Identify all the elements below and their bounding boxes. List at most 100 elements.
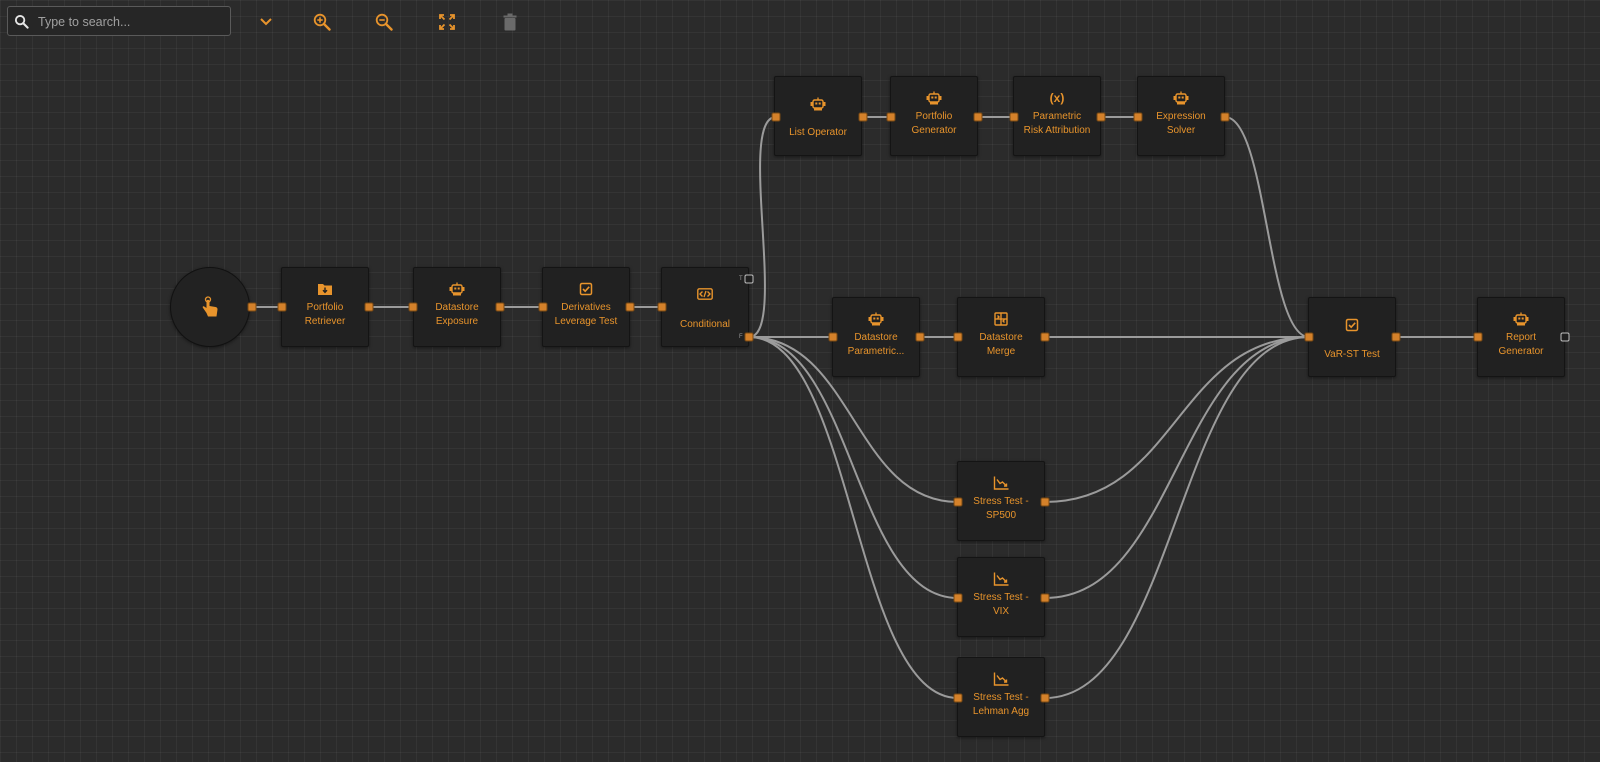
chart-line-down-icon [958, 672, 1044, 686]
datastore-merge-output-port[interactable] [1040, 332, 1050, 342]
portfolio-retriever-output-port[interactable] [364, 302, 374, 312]
edge-expression-solver-to-var-st-test[interactable] [1224, 116, 1310, 338]
edge-stress-test-vix-to-var-st-test[interactable] [1044, 336, 1310, 599]
stress-test-sp500-output-port[interactable] [1040, 497, 1050, 507]
var-st-test-output-port[interactable] [1391, 332, 1401, 342]
start-node[interactable] [170, 267, 250, 347]
node-label: Parametric Risk Attribution [1023, 111, 1091, 136]
robot-icon [1478, 312, 1564, 326]
node-label: Stress Test - Lehman Agg [972, 692, 1030, 717]
node-datastore-parametric[interactable]: Datastore Parametric... [832, 297, 920, 377]
node-datastore-exposure[interactable]: Datastore Exposure [413, 267, 501, 347]
node-conditional[interactable]: Conditional [661, 267, 749, 347]
fullscreen-icon [439, 14, 455, 30]
trash-icon [503, 13, 517, 31]
node-stress-test-vix[interactable]: Stress Test - VIX [957, 557, 1045, 637]
parametric-risk-attribution-input-port[interactable] [1009, 112, 1019, 122]
chart-line-down-icon [958, 572, 1044, 586]
derivatives-leverage-test-output-port[interactable] [625, 302, 635, 312]
node-label: Datastore Parametric... [847, 332, 905, 357]
node-label: Datastore Merge [979, 332, 1023, 357]
node-portfolio-retriever[interactable]: Portfolio Retriever [281, 267, 369, 347]
node-list-operator[interactable]: List Operator [774, 76, 862, 156]
node-label: Expression Solver [1156, 111, 1206, 136]
checkbox-icon [543, 282, 629, 296]
robot-icon [414, 282, 500, 296]
robot-icon [891, 91, 977, 105]
search-input[interactable] [36, 11, 228, 33]
node-label: Stress Test - VIX [973, 592, 1029, 617]
datastore-exposure-output-port[interactable] [495, 302, 505, 312]
search-icon [14, 14, 29, 29]
node-stress-test-sp500[interactable]: Stress Test - SP500 [957, 461, 1045, 541]
node-expression-solver[interactable]: Expression Solver [1137, 76, 1225, 156]
stress-test-lehman-agg-input-port[interactable] [953, 693, 963, 703]
stress-test-sp500-input-port[interactable] [953, 497, 963, 507]
false-port-label: F [739, 334, 743, 340]
datastore-exposure-input-port[interactable] [408, 302, 418, 312]
node-label: List Operator [789, 127, 847, 138]
portfolio-retriever-input-port[interactable] [277, 302, 287, 312]
expand-button[interactable] [254, 10, 278, 34]
stress-test-lehman-agg-output-port[interactable] [1040, 693, 1050, 703]
portfolio-generator-input-port[interactable] [886, 112, 896, 122]
start-output-port[interactable] [247, 302, 257, 312]
portfolio-generator-output-port[interactable] [973, 112, 983, 122]
node-derivatives-leverage-test[interactable]: Derivatives Leverage Test [542, 267, 630, 347]
toolbar [0, 0, 560, 44]
node-label: Portfolio Generator [911, 111, 957, 136]
node-parametric-risk-attribution[interactable]: (x) Parametric Risk Attribution [1013, 76, 1101, 156]
node-label: Report Generator [1498, 332, 1544, 357]
chevron-down-icon [260, 18, 272, 26]
stress-test-vix-input-port[interactable] [953, 593, 963, 603]
node-var-st-test[interactable]: VaR-ST Test [1308, 297, 1396, 377]
zoom-in-icon [313, 13, 331, 31]
code-branch-icon [662, 288, 748, 302]
zoom-out-icon [375, 13, 393, 31]
node-label: Derivatives Leverage Test [554, 302, 618, 327]
node-label: Conditional [679, 319, 731, 330]
node-portfolio-generator[interactable]: Portfolio Generator [890, 76, 978, 156]
checkbox-icon [1309, 318, 1395, 332]
robot-icon [775, 97, 861, 111]
zoom-out-button[interactable] [372, 10, 396, 34]
conditional-true-output-port[interactable] [744, 274, 754, 284]
conditional-output-port[interactable] [744, 332, 754, 342]
report-generator-output-port[interactable] [1560, 332, 1570, 342]
node-label: VaR-ST Test [1324, 349, 1380, 360]
edge-conditional-to-list-operator[interactable] [748, 116, 777, 338]
list-operator-input-port[interactable] [771, 112, 781, 122]
node-datastore-merge[interactable]: Datastore Merge [957, 297, 1045, 377]
derivatives-leverage-test-input-port[interactable] [538, 302, 548, 312]
node-stress-test-lehman-agg[interactable]: Stress Test - Lehman Agg [957, 657, 1045, 737]
zoom-in-button[interactable] [310, 10, 334, 34]
function-variable-text: (x) [1049, 91, 1065, 105]
delete-button[interactable] [498, 10, 522, 34]
var-st-test-input-port[interactable] [1304, 332, 1314, 342]
datastore-parametric-input-port[interactable] [828, 332, 838, 342]
conditional-input-port[interactable] [657, 302, 667, 312]
node-label: Datastore Exposure [435, 302, 479, 327]
robot-icon [1138, 91, 1224, 105]
list-operator-output-port[interactable] [858, 112, 868, 122]
fit-view-button[interactable] [435, 10, 459, 34]
datastore-merge-input-port[interactable] [953, 332, 963, 342]
hand-pointer-icon [202, 296, 218, 317]
parametric-risk-attribution-output-port[interactable] [1096, 112, 1106, 122]
stress-test-vix-output-port[interactable] [1040, 593, 1050, 603]
search-box[interactable] [7, 6, 231, 36]
edge-stress-test-lehman-agg-to-var-st-test[interactable] [1044, 336, 1310, 699]
true-port-label: T [739, 276, 743, 282]
node-label: Stress Test - SP500 [973, 496, 1029, 521]
node-report-generator[interactable]: Report Generator [1477, 297, 1565, 377]
robot-icon [833, 312, 919, 326]
edge-stress-test-sp500-to-var-st-test[interactable] [1044, 336, 1310, 503]
chart-line-down-icon [958, 476, 1044, 490]
expression-solver-input-port[interactable] [1133, 112, 1143, 122]
edge-conditional-to-stress-test-lehman-agg[interactable] [748, 336, 959, 699]
report-generator-input-port[interactable] [1473, 332, 1483, 342]
datastore-parametric-output-port[interactable] [915, 332, 925, 342]
function-variable-icon: (x) [1014, 91, 1100, 105]
expression-solver-output-port[interactable] [1220, 112, 1230, 122]
folder-download-icon [282, 282, 368, 296]
